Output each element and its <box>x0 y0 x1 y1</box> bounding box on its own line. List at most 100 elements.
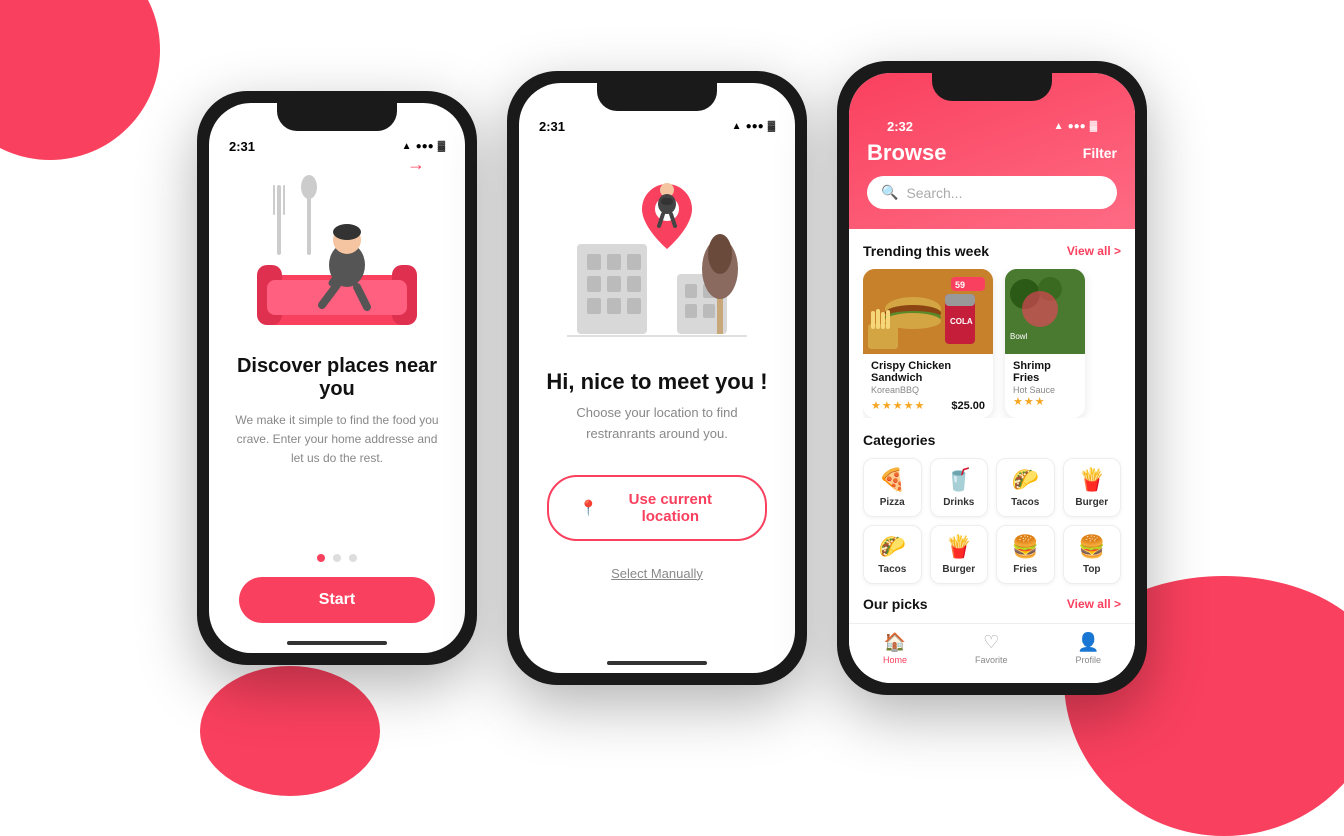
signal-icon-1: ●●● <box>416 141 434 152</box>
food-price-1: $25.00 <box>951 400 985 412</box>
wifi-icon-3: ▲ <box>1054 121 1064 132</box>
category-pizza[interactable]: 🍕 Pizza <box>863 458 922 517</box>
onboarding-subtitle-1: We make it simple to find the food you c… <box>209 411 465 469</box>
battery-icon-2: ▓ <box>768 121 775 132</box>
our-picks-header: Our picks View all > <box>863 596 1121 612</box>
food-name-2: Shrimp Fries <box>1013 360 1077 384</box>
view-all-trending[interactable]: View all > <box>1067 244 1121 258</box>
home-nav-icon: 🏠 <box>884 632 906 653</box>
location-pin-icon: 📍 <box>579 499 598 517</box>
fries-emoji-1: 🍟 <box>1078 467 1105 493</box>
start-button[interactable]: Start <box>239 577 435 623</box>
our-picks-section: Our picks View all > <box>863 596 1121 612</box>
skip-button-1[interactable]: → <box>387 154 445 175</box>
search-icon: 🔍 <box>881 184 898 201</box>
status-time-1: 2:31 <box>229 139 255 154</box>
category-burger-fries[interactable]: 🍟 Burger <box>1063 458 1122 517</box>
phone-notch-2 <box>597 83 717 111</box>
home-nav-label: Home <box>883 655 907 665</box>
browse-title: Browse <box>867 140 946 166</box>
category-fries[interactable]: 🍔 Fries <box>996 525 1055 584</box>
pizza-label: Pizza <box>880 497 905 508</box>
location-btn-label: Use current location <box>606 491 735 525</box>
drinks-emoji: 🥤 <box>945 467 972 493</box>
top-label: Top <box>1083 564 1101 575</box>
phones-container: 2:31 ▲ ●●● ▓ → <box>0 0 1344 756</box>
home-bar-1 <box>287 641 387 645</box>
categories-grid: 🍕 Pizza 🥤 Drinks 🌮 Tacos <box>863 458 1121 584</box>
onboarding-title-1: Discover places near you <box>209 355 465 401</box>
signal-icon-3: ●●● <box>1068 121 1086 132</box>
view-all-picks[interactable]: View all > <box>1067 597 1121 611</box>
food-card-1[interactable]: COLA 59 <box>863 269 993 418</box>
fries-label: Fries <box>1013 564 1037 575</box>
pizza-emoji: 🍕 <box>879 467 906 493</box>
location-subtitle: Choose your location to find restranrant… <box>519 403 795 445</box>
food-card-img-2: Bowl <box>1005 269 1085 354</box>
battery-icon-1: ▓ <box>438 141 445 152</box>
food-stars-1: ★★★★★ <box>871 399 924 412</box>
trending-scroll: COLA 59 <box>863 269 1121 418</box>
fries-emoji-2: 🍟 <box>945 534 972 560</box>
filter-button[interactable]: Filter <box>1083 145 1117 161</box>
signal-icon-2: ●●● <box>746 121 764 132</box>
search-placeholder: Search... <box>906 185 962 201</box>
wifi-icon-1: ▲ <box>402 141 412 152</box>
category-drinks[interactable]: 🥤 Drinks <box>930 458 989 517</box>
nav-favorite[interactable]: ♡ Favorite <box>975 632 1008 665</box>
burger-emoji: 🍔 <box>1012 534 1039 560</box>
screen-1: 2:31 ▲ ●●● ▓ → <box>209 103 465 653</box>
trending-title: Trending this week <box>863 243 989 259</box>
profile-nav-label: Profile <box>1075 655 1101 665</box>
nav-profile[interactable]: 👤 Profile <box>1075 632 1101 665</box>
dot-3 <box>349 554 357 562</box>
tacos-emoji-2: 🌮 <box>879 534 906 560</box>
category-burger-2[interactable]: 🍟 Burger <box>930 525 989 584</box>
category-tacos-2[interactable]: 🌮 Tacos <box>863 525 922 584</box>
top-emoji: 🍔 <box>1078 534 1105 560</box>
screen-3: 2:32 ▲ ●●● ▓ Browse Filter 🔍 Search... <box>849 73 1135 683</box>
home-bar-2 <box>607 661 707 665</box>
category-tacos[interactable]: 🌮 Tacos <box>996 458 1055 517</box>
phone-2: 2:31 ▲ ●●● ▓ <box>507 71 807 685</box>
burger-label-2: Burger <box>942 564 975 575</box>
select-manually-link[interactable]: Select Manually <box>611 566 703 581</box>
illustration-location <box>547 144 767 354</box>
burger-label: Burger <box>1075 497 1108 508</box>
use-location-button[interactable]: 📍 Use current location <box>547 475 767 541</box>
nav-home[interactable]: 🏠 Home <box>883 632 907 665</box>
bottom-nav: 🏠 Home ♡ Favorite 👤 Profile <box>849 623 1135 683</box>
status-time-2: 2:31 <box>539 119 565 134</box>
status-icons-3: ▲ ●●● ▓ <box>1054 121 1097 132</box>
tacos-label: Tacos <box>1011 497 1039 508</box>
svg-text:COLA: COLA <box>950 317 973 326</box>
battery-icon-3: ▓ <box>1090 121 1097 132</box>
favorite-nav-label: Favorite <box>975 655 1008 665</box>
phone-3: 2:32 ▲ ●●● ▓ Browse Filter 🔍 Search... <box>837 61 1147 695</box>
category-top[interactable]: 🍔 Top <box>1063 525 1122 584</box>
wifi-icon-2: ▲ <box>732 121 742 132</box>
favorite-nav-icon: ♡ <box>983 632 999 653</box>
trending-section-header: Trending this week View all > <box>863 243 1121 259</box>
status-icons-1: ▲ ●●● ▓ <box>402 141 445 152</box>
search-bar[interactable]: 🔍 Search... <box>867 176 1117 209</box>
status-icons-2: ▲ ●●● ▓ <box>732 121 775 132</box>
categories-section-header: Categories <box>863 432 1121 448</box>
drinks-label: Drinks <box>943 497 974 508</box>
food-card-2[interactable]: Bowl Shrimp Fries Hot Sauce ★★★ <box>1005 269 1085 418</box>
phone-1: 2:31 ▲ ●●● ▓ → <box>197 91 477 665</box>
categories-title: Categories <box>863 432 935 448</box>
location-title: Hi, nice to meet you ! <box>546 369 767 395</box>
illustration-couch <box>237 175 437 345</box>
screen-2: 2:31 ▲ ●●● ▓ <box>519 83 795 673</box>
food-name-1: Crispy Chicken Sandwich <box>871 360 985 384</box>
browse-top-row: Browse Filter <box>867 140 1117 176</box>
food-place-2: Hot Sauce <box>1013 385 1077 395</box>
food-place-1: KoreanBBQ <box>871 385 985 395</box>
food-card-info-1: Crispy Chicken Sandwich KoreanBBQ ★★★★★ … <box>863 354 993 418</box>
food-card-info-2: Shrimp Fries Hot Sauce ★★★ <box>1005 354 1085 414</box>
status-time-3: 2:32 <box>887 119 913 134</box>
phone-notch-1 <box>277 103 397 131</box>
our-picks-title: Our picks <box>863 596 928 612</box>
dot-1 <box>317 554 325 562</box>
